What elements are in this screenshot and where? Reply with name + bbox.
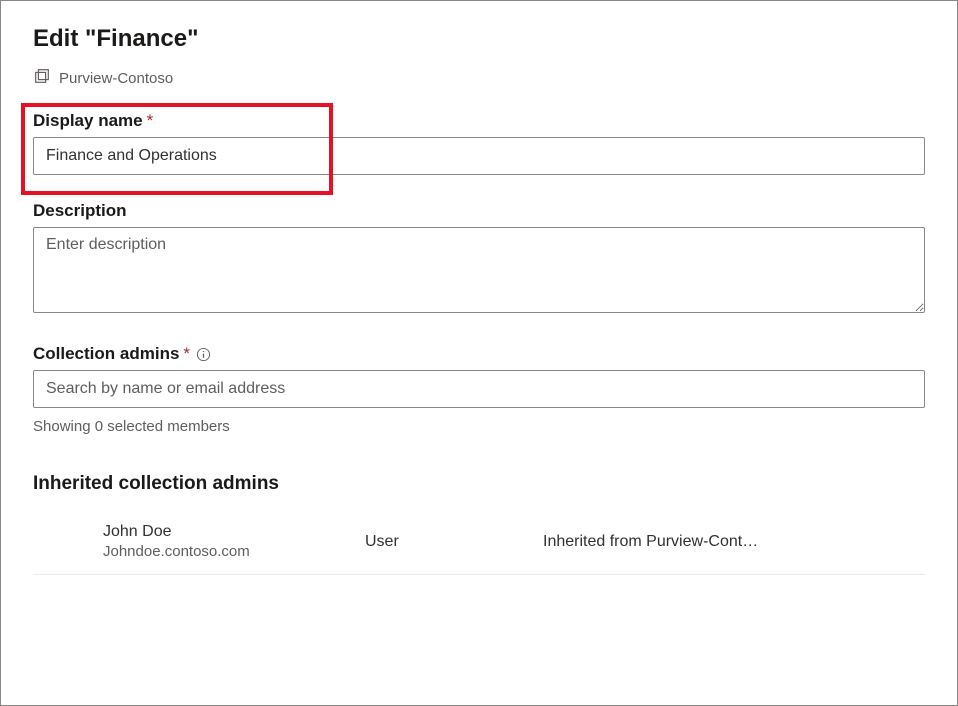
page-title: Edit "Finance" bbox=[33, 25, 925, 53]
required-asterisk: * bbox=[147, 111, 154, 131]
collection-admins-label: Collection admins * bbox=[33, 344, 925, 364]
info-icon[interactable] bbox=[196, 347, 211, 362]
display-name-label-text: Display name bbox=[33, 111, 143, 131]
collection-admins-label-text: Collection admins bbox=[33, 344, 179, 364]
required-asterisk: * bbox=[183, 344, 190, 364]
admin-type: User bbox=[365, 533, 543, 551]
collection-admins-search-input[interactable] bbox=[33, 370, 925, 408]
description-field-group: Description bbox=[33, 201, 925, 318]
admin-name: John Doe bbox=[103, 523, 365, 541]
description-label: Description bbox=[33, 201, 925, 221]
description-textarea[interactable] bbox=[33, 227, 925, 313]
collection-admins-field-group: Collection admins * Showing 0 selected m… bbox=[33, 344, 925, 435]
inherited-admin-row: John Doe Johndoe.contoso.com User Inheri… bbox=[33, 513, 925, 575]
collection-icon bbox=[33, 67, 51, 89]
breadcrumb-parent: Purview-Contoso bbox=[59, 70, 173, 87]
description-label-text: Description bbox=[33, 201, 127, 221]
admin-inherited-from: Inherited from Purview-Cont… bbox=[543, 533, 925, 551]
display-name-label: Display name * bbox=[33, 111, 925, 131]
display-name-input[interactable] bbox=[33, 137, 925, 175]
selected-members-count: Showing 0 selected members bbox=[33, 418, 925, 435]
inherited-admins-heading: Inherited collection admins bbox=[33, 473, 925, 495]
admin-email: Johndoe.contoso.com bbox=[103, 543, 365, 560]
breadcrumb: Purview-Contoso bbox=[33, 67, 925, 89]
display-name-field-group: Display name * bbox=[33, 111, 925, 175]
